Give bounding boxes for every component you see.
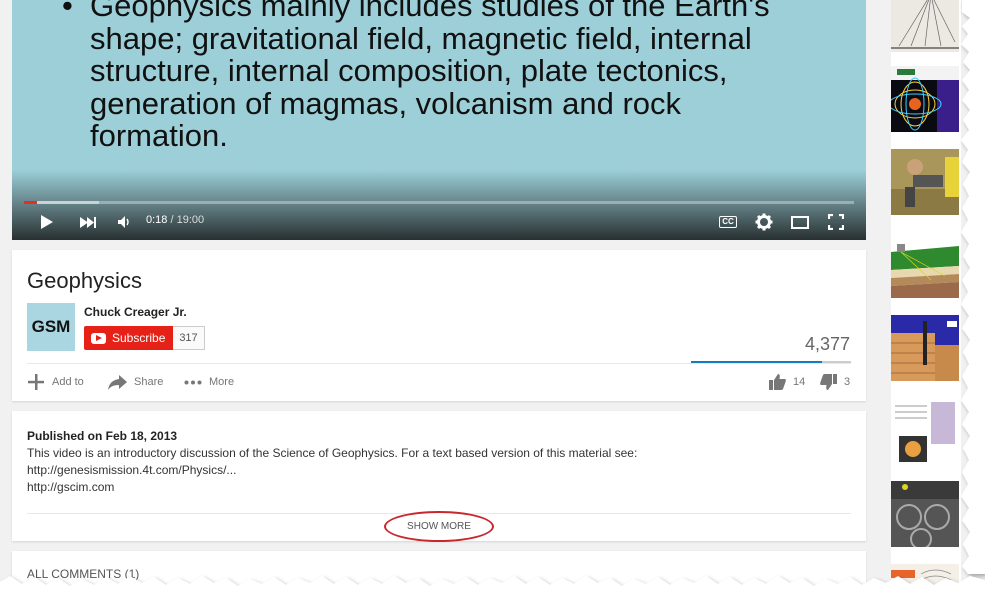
like-button[interactable]: 14 [769, 373, 805, 391]
share-icon [108, 374, 127, 390]
theater-icon [791, 215, 809, 229]
time-display: 0:18 / 19:00 [146, 214, 204, 226]
ray-diagram-image [891, 0, 959, 52]
thumbs-down-icon [820, 374, 837, 390]
magnetic-field-image [891, 66, 959, 132]
video-info-card: Geophysics GSM Chuck Creager Jr. Subscri… [12, 250, 866, 401]
thumb-magnetic-field[interactable] [891, 66, 959, 132]
description-link[interactable]: http://genesismission.4t.com/Physics/... [27, 463, 236, 477]
thumb-isopach[interactable] [891, 564, 959, 604]
time-separator: / [167, 214, 177, 226]
share-label: Share [134, 376, 164, 388]
slide-line: generation of magmas, volcanism and rock [90, 85, 682, 121]
dislike-button[interactable]: 3 [820, 373, 850, 391]
comments-header: ALL COMMENTS (1) [27, 567, 140, 581]
more-label: More [209, 376, 235, 388]
slide-line: Geophysics mainly includes studies of th… [90, 0, 770, 23]
fullscreen-icon [828, 214, 844, 230]
cc-icon: CC [719, 216, 737, 228]
theater-mode-button[interactable] [788, 211, 812, 233]
add-to-label: Add to [52, 376, 84, 388]
view-count: 4,377 [804, 334, 850, 354]
subscribe-button[interactable]: Subscribe [84, 326, 173, 350]
thumb-field-equipment[interactable] [891, 149, 959, 215]
settings-button[interactable] [752, 211, 776, 233]
description-card: Published on Feb 18, 2013 This video is … [12, 411, 866, 542]
slide-bullet: • [62, 0, 73, 23]
share-button[interactable]: Share [108, 373, 163, 391]
captions-button[interactable]: CC [716, 211, 740, 233]
channel-avatar[interactable]: GSM [27, 303, 75, 351]
volume-button[interactable] [114, 211, 134, 233]
thumb-fault-block[interactable] [891, 315, 959, 381]
published-date: Published on Feb 18, 2013 [27, 429, 178, 443]
more-button[interactable]: More [184, 373, 234, 391]
thumb-chart-slide[interactable] [891, 398, 959, 464]
subscribe-label: Subscribe [112, 331, 166, 345]
thumb-ray-diagram[interactable] [891, 0, 959, 52]
play-icon [41, 215, 53, 229]
seismic-layers-image [891, 232, 959, 298]
subscriber-count: 317 [173, 326, 205, 350]
torn-right-edge [961, 0, 985, 574]
divider [27, 363, 851, 364]
youtube-logo-icon [91, 332, 106, 344]
description-text: This video is an introductory discussion… [27, 446, 638, 460]
add-to-button[interactable]: Add to [27, 373, 84, 391]
slide-line: formation. [90, 118, 228, 153]
like-count: 14 [793, 376, 806, 388]
description-link[interactable]: http://gscim.com [27, 480, 114, 494]
time-current: 0:18 [146, 214, 168, 226]
fullscreen-button[interactable] [824, 211, 848, 233]
page: • Geophysics mainly includes studies of … [0, 0, 985, 604]
chart-slide-image [891, 398, 959, 464]
isopach-map-image [891, 564, 959, 604]
comments-card: ALL COMMENTS (1) [12, 551, 866, 604]
show-more-button[interactable]: SHOW MORE [384, 511, 494, 542]
progress-bar[interactable] [24, 201, 854, 204]
video-player[interactable]: • Geophysics mainly includes studies of … [12, 0, 866, 240]
field-equipment-image [891, 149, 959, 215]
plus-icon [28, 374, 44, 390]
time-total: 19:00 [176, 214, 205, 226]
thumb-seismic-layers[interactable] [891, 232, 959, 298]
progress-played [24, 201, 38, 204]
slide-line: structure, internal composition, plate t… [90, 53, 728, 88]
volume-icon [118, 216, 129, 228]
dislike-count: 3 [844, 376, 851, 388]
more-dots-icon [184, 380, 202, 384]
channel-name[interactable]: Chuck Creager Jr. [84, 305, 187, 319]
gear-icon [755, 213, 773, 231]
slide-text: • Geophysics mainly includes studies of … [62, 0, 832, 153]
thumb-core-samples[interactable] [891, 481, 959, 547]
slide-line: shape; gravitational field, magnetic fie… [90, 20, 752, 56]
next-button[interactable] [76, 211, 100, 233]
next-icon [80, 216, 96, 228]
video-title: Geophysics [27, 268, 142, 293]
thumbs-up-icon [769, 374, 786, 390]
play-button[interactable] [36, 211, 58, 233]
fault-block-image [891, 315, 959, 381]
core-samples-image [891, 481, 959, 547]
